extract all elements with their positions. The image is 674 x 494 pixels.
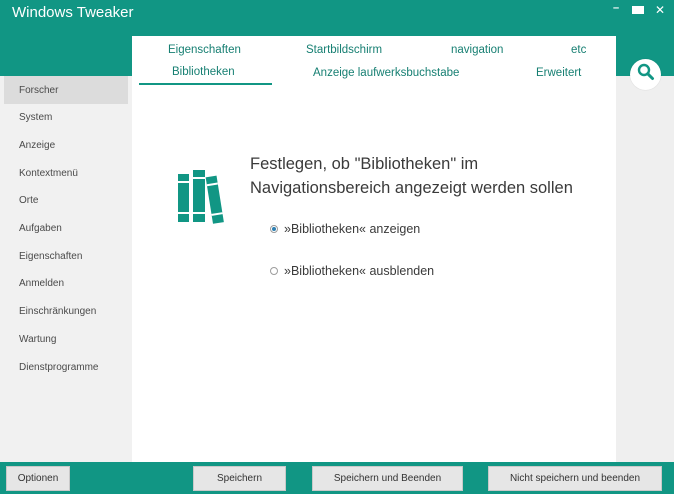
sidebar-item-orte[interactable]: Orte	[0, 187, 132, 215]
tab-etc[interactable]: etc	[571, 44, 586, 56]
tab-eigenschaften[interactable]: Eigenschaften	[168, 44, 241, 56]
radio-option-hide[interactable]: »Bibliotheken« ausblenden	[270, 264, 434, 278]
right-panel	[616, 76, 674, 462]
app-title: Windows Tweaker	[12, 4, 134, 21]
main-content: Eigenschaften Startbildschirm navigation…	[132, 36, 616, 462]
sidebar-item-label: Wartung	[19, 333, 57, 345]
tab-anzeige-laufwerksbuchstabe[interactable]: Anzeige laufwerksbuchstabe	[313, 67, 459, 79]
maximize-button[interactable]	[632, 6, 644, 14]
sidebar-item-system[interactable]: System	[0, 104, 132, 132]
options-button[interactable]: Optionen	[6, 466, 70, 491]
sidebar-item-anmelden[interactable]: Anmelden	[0, 270, 132, 298]
books-icon	[176, 168, 236, 228]
sidebar-item-dienstprogramme[interactable]: Dienstprogramme	[0, 353, 132, 381]
tab-startbildschirm[interactable]: Startbildschirm	[306, 44, 382, 56]
search-button[interactable]	[630, 59, 661, 90]
sidebar-item-label: Eigenschaften	[19, 250, 83, 262]
radio-button[interactable]	[270, 267, 278, 275]
sidebar-item-einschraenkungen[interactable]: Einschränkungen	[0, 298, 132, 326]
radio-label: »Bibliotheken« ausblenden	[284, 264, 435, 278]
sidebar-item-forscher[interactable]: Forscher	[4, 76, 128, 104]
radio-label: »Bibliotheken« anzeigen	[284, 222, 421, 236]
sidebar-item-anzeige[interactable]: Anzeige	[0, 132, 132, 160]
search-icon	[637, 63, 655, 86]
page-heading: Festlegen, ob "Bibliotheken" im Navigati…	[250, 155, 573, 197]
radio-button[interactable]	[270, 225, 278, 233]
close-button[interactable]: ✕	[654, 3, 666, 17]
sidebar-item-label: Orte	[19, 195, 39, 207]
sidebar-item-label: Anmelden	[19, 278, 65, 290]
sidebar-item-kontextmenue[interactable]: Kontextmenü	[0, 159, 132, 187]
minimize-button[interactable]: –	[610, 2, 622, 16]
sidebar-item-label: Einschränkungen	[19, 306, 97, 318]
save-exit-button[interactable]: Speichern und Beenden	[312, 466, 463, 491]
tab-erweitert[interactable]: Erweitert	[536, 67, 581, 79]
sidebar-item-eigenschaften[interactable]: Eigenschaften	[0, 242, 132, 270]
nosave-exit-button[interactable]: Nicht speichern und beenden	[488, 466, 662, 491]
window-controls: – ✕	[610, 2, 666, 17]
title-bar: Windows Tweaker – ✕	[0, 0, 674, 36]
sidebar-item-label: Aufgaben	[19, 223, 62, 235]
save-button[interactable]: Speichern	[193, 466, 286, 491]
tab-bibliotheken[interactable]: Bibliotheken	[172, 66, 235, 78]
sidebar-item-label: Anzeige	[19, 140, 56, 152]
sidebar-item-aufgaben[interactable]: Aufgaben	[0, 215, 132, 243]
active-tab-indicator	[139, 83, 272, 85]
radio-option-show[interactable]: »Bibliotheken« anzeigen	[270, 222, 420, 236]
sidebar-item-label: Dienstprogramme	[19, 361, 99, 373]
sidebar-item-wartung[interactable]: Wartung	[0, 326, 132, 354]
sidebar-item-label: Forscher	[19, 84, 59, 96]
sidebar: Forscher System Anzeige Kontextmenü Orte…	[0, 76, 132, 462]
sidebar-item-label: Kontextmenü	[19, 167, 78, 179]
sidebar-item-label: System	[19, 112, 53, 124]
tab-navigation[interactable]: navigation	[451, 44, 503, 56]
